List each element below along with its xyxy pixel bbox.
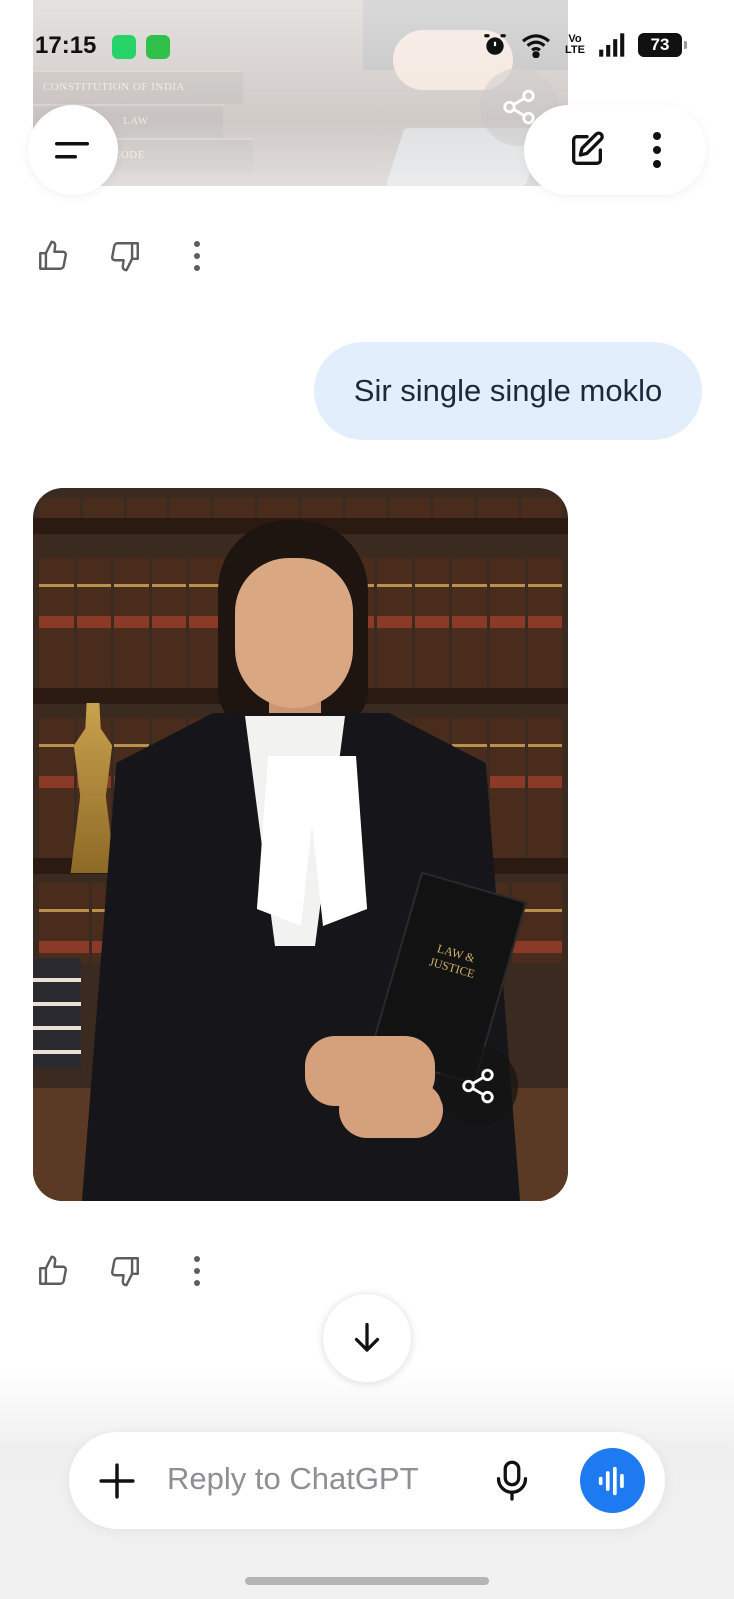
image-book-label: LAW xyxy=(123,115,149,127)
thumbs-up-icon xyxy=(39,1255,67,1285)
dictation-button[interactable] xyxy=(490,1458,534,1504)
share-image-button[interactable] xyxy=(438,1046,518,1126)
dislike-button[interactable] xyxy=(107,238,143,274)
more-vertical-icon xyxy=(194,241,200,271)
share-icon xyxy=(503,89,535,125)
image-book-label: CONSTITUTION OF INDIA xyxy=(43,81,185,93)
more-options-button[interactable] xyxy=(651,130,663,170)
header-actions xyxy=(524,105,706,195)
app-notification-icon xyxy=(146,35,170,59)
message-actions xyxy=(35,238,215,274)
new-chat-button[interactable] xyxy=(567,130,607,170)
voice-mode-icon xyxy=(598,1466,624,1495)
status-bar: 17:15 Vo LTE 73 xyxy=(0,24,734,68)
image-bookshelf-row xyxy=(33,498,568,518)
hamburger-menu-icon xyxy=(55,142,89,159)
person-hand xyxy=(339,1082,443,1138)
thumbs-down-icon xyxy=(111,1257,139,1287)
image-book-1: CONSTITUTION OF INDIA xyxy=(33,70,243,104)
signal-icon xyxy=(599,33,625,57)
share-icon xyxy=(462,1068,494,1104)
menu-button[interactable] xyxy=(28,105,118,195)
status-time: 17:15 xyxy=(35,32,97,59)
message-more-button[interactable] xyxy=(179,238,215,274)
person-face xyxy=(235,558,353,708)
alarm-icon xyxy=(484,34,506,55)
microphone-icon xyxy=(496,1460,528,1501)
like-button[interactable] xyxy=(35,238,71,274)
thumbs-down-icon xyxy=(111,242,139,272)
message-actions xyxy=(35,1253,215,1289)
generated-image[interactable]: LAW & JUSTICE xyxy=(33,488,568,1201)
like-button[interactable] xyxy=(35,1253,71,1289)
more-vertical-icon xyxy=(194,1256,200,1286)
status-icons: Vo LTE 73 xyxy=(482,32,687,58)
law-book-title: LAW & JUSTICE xyxy=(427,941,477,981)
battery-indicator: 73 xyxy=(638,33,687,57)
whatsapp-notification-icon xyxy=(112,35,136,59)
image-book-stack xyxy=(33,958,81,1068)
voice-mode-button[interactable] xyxy=(580,1448,645,1513)
wifi-icon xyxy=(522,34,550,58)
message-input[interactable]: Reply to ChatGPT xyxy=(167,1461,419,1497)
network-type-label: Vo LTE xyxy=(565,33,585,56)
add-attachment-button[interactable] xyxy=(95,1459,139,1503)
scroll-to-bottom-button[interactable] xyxy=(322,1293,412,1383)
dislike-button[interactable] xyxy=(107,1253,143,1289)
user-message-bubble[interactable]: Sir single single moklo xyxy=(314,342,702,440)
message-composer: Reply to ChatGPT xyxy=(69,1432,665,1529)
arrow-down-icon xyxy=(354,1322,380,1352)
plus-icon xyxy=(99,1463,135,1499)
message-more-button[interactable] xyxy=(179,1253,215,1289)
home-indicator xyxy=(245,1577,489,1585)
edit-icon xyxy=(572,131,604,165)
more-vertical-icon xyxy=(653,132,661,168)
thumbs-up-icon xyxy=(39,240,67,270)
